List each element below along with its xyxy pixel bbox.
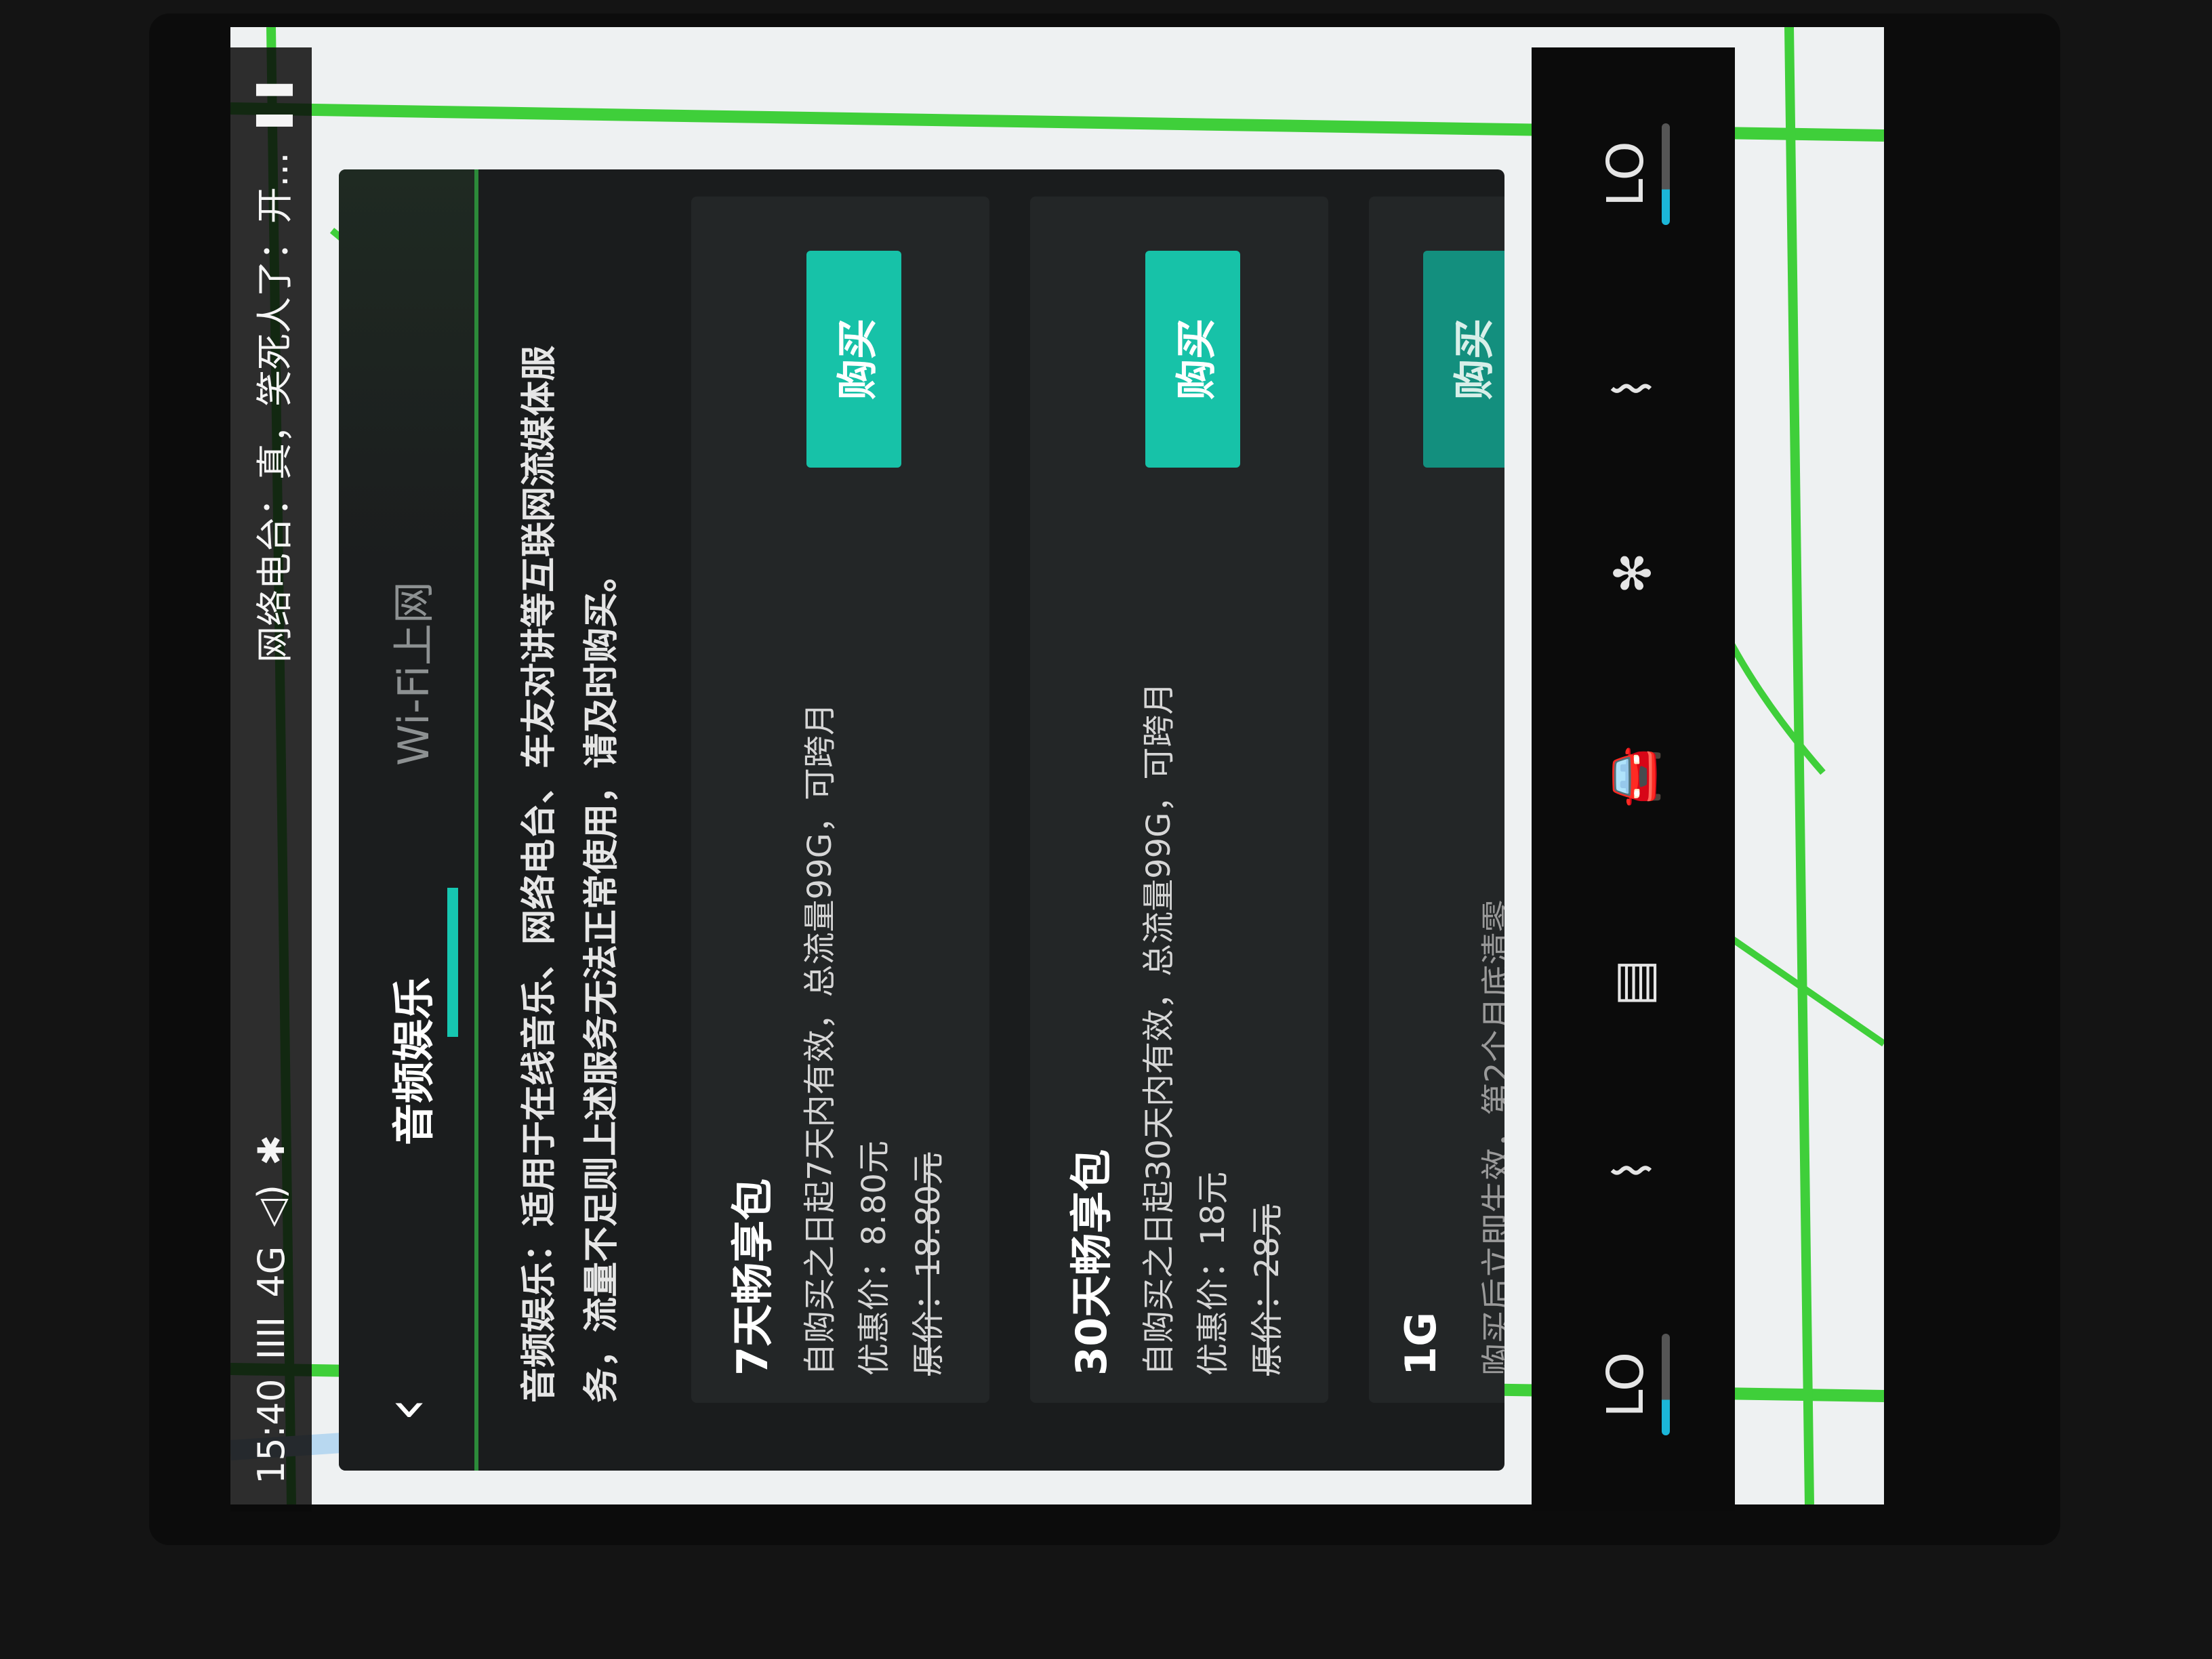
fan-icon[interactable]: ✻ [1604,552,1662,594]
bluetooth-icon: ✱ [249,1134,293,1166]
pause-icon[interactable]: ❚❚ [250,75,293,136]
left-temperature[interactable]: LO [1597,1334,1670,1436]
car-icon[interactable]: 🚘 [1604,745,1663,808]
tab-audio-entertainment[interactable]: 音频娱乐 [380,977,441,1145]
package-terms: 购买后立即生效，第2个月底清零 [1479,899,1504,1376]
package-discount-price: 优惠价：8.80元 [855,1141,893,1376]
panel-header: ‹ 音频娱乐 Wi-Fi上网 [339,169,478,1471]
package-discount-price: 优惠价：18元 [1194,1171,1232,1376]
package-original-price: 原价：18.80元 [909,1152,947,1376]
right-temperature[interactable]: LO [1597,123,1670,225]
signal-icon: IIII [249,1316,293,1360]
package-terms: 自购买之日起7天内有效，总流量99G，可跨月 [801,703,839,1376]
package-card-30day: 30天畅享包 自购买之日起30天内有效，总流量99G，可跨月 优惠价：18元 原… [1030,197,1328,1403]
description-line-2: 务，流量不足则上述服务无法正常使用，请及时购买。 [581,556,622,1403]
now-playing-text[interactable]: 网络电台：真，笑死人了：开... [245,152,298,663]
left-temp-indicator [1662,1334,1670,1436]
buy-button-30day[interactable]: 购买 [1145,251,1240,468]
package-title: 7天畅享包 [728,1178,777,1376]
package-title: 30天畅享包 [1067,1149,1116,1376]
tab-wifi[interactable]: Wi-Fi上网 [380,581,441,766]
right-temp-value: LO [1597,141,1655,207]
package-terms: 自购买之日起30天内有效，总流量99G，可跨月 [1140,682,1178,1376]
description-text: 音频娱乐：适用于在线音乐、网络电台、车友对讲等互联网流媒体服 务，流量不足则上述… [508,217,633,1403]
seat-heat-right-icon[interactable]: ⌇ [1604,376,1662,401]
package-original-price: 原价：28元 [1248,1204,1286,1376]
clock: 15:40 [249,1378,293,1484]
network-type: 4G [249,1246,293,1298]
right-temp-indicator [1662,123,1670,225]
package-title: 1G [1396,1311,1446,1376]
buy-button-1g[interactable]: 购买 [1423,251,1504,468]
climate-bar: LO ⌇ ▤ 🚘 ✻ ⌇ LO [1532,47,1735,1511]
speaker-icon: ◁) [249,1184,293,1227]
package-card-1g: 1G 购买后立即生效，第2个月底清零 购买 [1369,197,1504,1403]
back-chevron-icon[interactable]: ‹ [371,1376,442,1443]
status-bar: 15:40 IIII 4G ◁) ✱ 网络电台：真，笑死人了：开... ❚❚ [230,47,312,1511]
package-card-7day: 7天畅享包 自购买之日起7天内有效，总流量99G，可跨月 优惠价：8.80元 原… [691,197,989,1403]
buy-button-7day[interactable]: 购买 [806,251,901,468]
seat-heat-left-icon[interactable]: ⌇ [1604,1158,1662,1183]
left-temp-value: LO [1597,1351,1655,1418]
media-icon[interactable]: ▤ [1604,960,1662,1007]
active-tab-indicator [447,888,458,1037]
rotated-ui: 15:40 IIII 4G ◁) ✱ 网络电台：真，笑死人了：开... ❚❚ ‹… [230,47,1870,1511]
description-line-1: 音频娱乐：适用于在线音乐、网络电台、车友对讲等互联网流媒体服 [519,345,560,1403]
data-plan-panel: ‹ 音频娱乐 Wi-Fi上网 音频娱乐：适用于在线音乐、网络电台、车友对讲等互联… [339,169,1504,1471]
